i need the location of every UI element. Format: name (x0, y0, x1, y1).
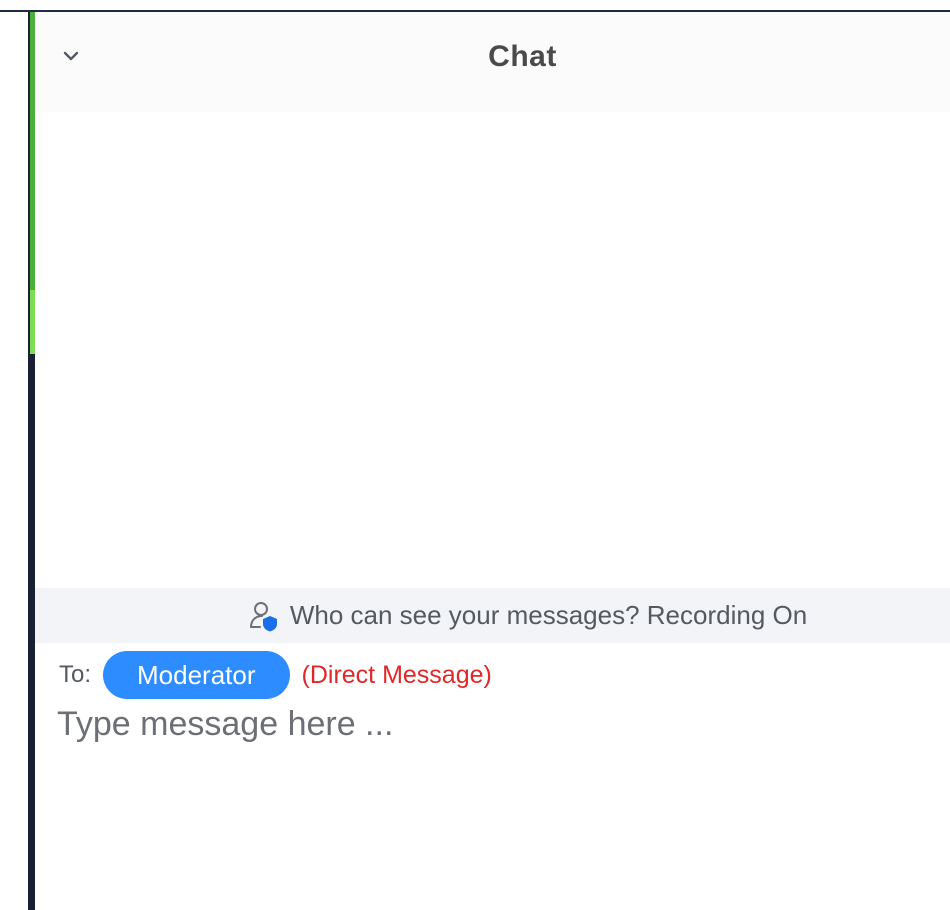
message-input[interactable] (57, 705, 937, 895)
recipient-name: Moderator (137, 659, 256, 690)
recipient-row: To: Moderator (Direct Message) (59, 651, 492, 699)
direct-message-label: (Direct Message) (301, 660, 492, 689)
to-label: To: (59, 661, 92, 688)
chat-title: Chat (488, 40, 557, 73)
message-visibility-bar[interactable]: Who can see your messages? Recording On (35, 588, 950, 643)
message-list[interactable] (35, 112, 950, 588)
chat-header: Chat (35, 12, 950, 112)
chat-window: Chat Who can see your messages? Recordin… (0, 0, 950, 910)
compose-area: To: Moderator (Direct Message) (35, 643, 950, 910)
chat-panel: Chat Who can see your messages? Recordin… (35, 12, 950, 910)
user-shield-icon (249, 601, 277, 631)
recipient-select-button[interactable]: Moderator (103, 651, 290, 699)
message-visibility-text: Who can see your messages? Recording On (289, 600, 808, 630)
